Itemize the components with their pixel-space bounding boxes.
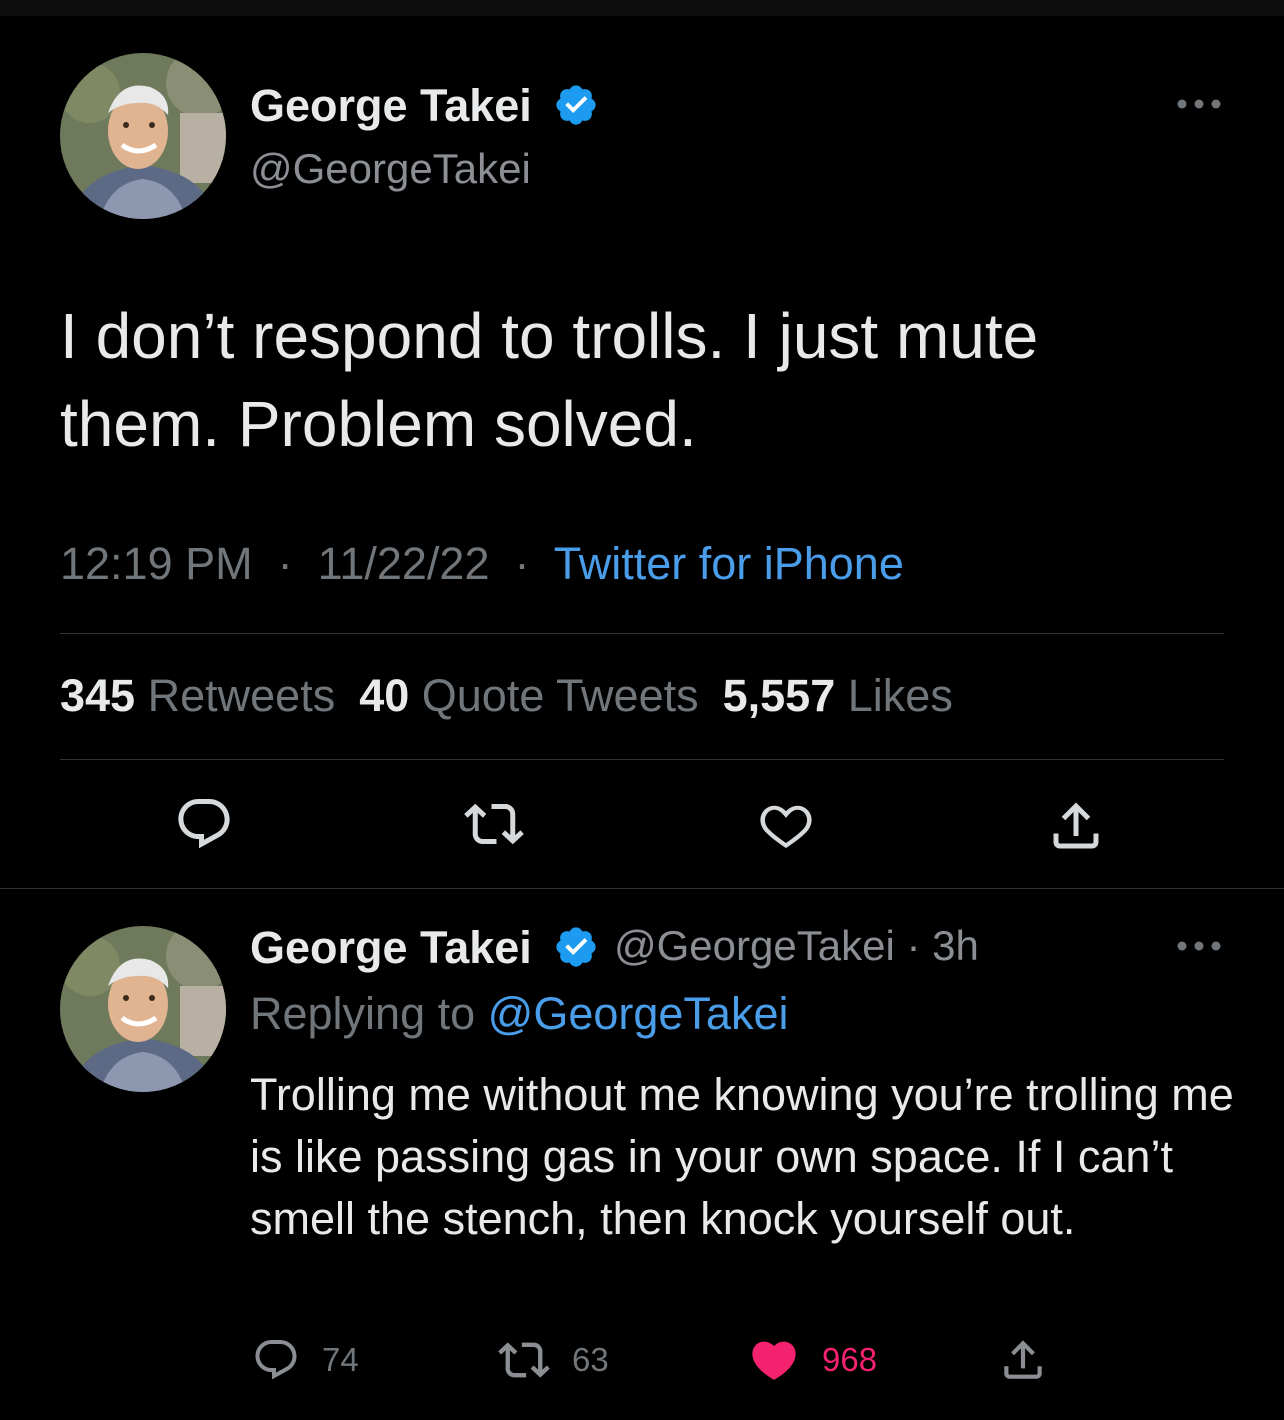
meta-separator: · xyxy=(502,538,542,589)
liked-heart-icon[interactable] xyxy=(748,1334,800,1386)
tweet-age[interactable]: 3h xyxy=(932,922,979,969)
tweet-source-link[interactable]: Twitter for iPhone xyxy=(554,538,904,589)
more-options-icon[interactable] xyxy=(1175,939,1223,953)
tweet-date[interactable]: 11/22/22 xyxy=(318,538,490,589)
quotes-label: Quote Tweets xyxy=(421,670,699,721)
avatar-image xyxy=(60,53,226,219)
handle[interactable]: @GeorgeTakei xyxy=(614,922,895,969)
retweet-icon[interactable] xyxy=(498,1334,550,1386)
display-name[interactable]: George Takei xyxy=(250,922,532,974)
retweets-stat[interactable]: 345 Retweets xyxy=(60,670,335,721)
avatar[interactable] xyxy=(60,53,226,219)
verified-badge-icon xyxy=(556,927,596,967)
handle[interactable]: @GeorgeTakei xyxy=(250,145,531,193)
like-action[interactable]: 968 xyxy=(748,1335,877,1385)
reply-text: Trolling me without me knowing you’re tr… xyxy=(250,1069,1234,1244)
divider xyxy=(60,633,1224,634)
quotes-stat[interactable]: 40 Quote Tweets xyxy=(359,670,698,721)
share-icon[interactable] xyxy=(1046,796,1106,856)
likes-count: 5,557 xyxy=(722,670,836,721)
tweet-time[interactable]: 12:19 PM xyxy=(60,538,253,589)
reply-icon[interactable] xyxy=(252,1336,300,1384)
avatar[interactable] xyxy=(60,926,226,1092)
status-bar-strip xyxy=(0,0,1284,16)
like-count: 968 xyxy=(822,1341,878,1378)
retweet-count: 63 xyxy=(572,1341,609,1378)
meta-separator: · xyxy=(265,538,306,589)
tweet-meta: 12:19 PM · 11/22/22 · Twitter for iPhone xyxy=(60,538,904,590)
likes-label: Likes xyxy=(847,670,953,721)
share-icon[interactable] xyxy=(998,1335,1048,1385)
replying-mention-link[interactable]: @GeorgeTakei xyxy=(488,988,789,1039)
reply-icon[interactable] xyxy=(174,794,234,854)
verified-badge-icon xyxy=(556,85,596,125)
like-icon[interactable] xyxy=(756,796,816,856)
share-action[interactable] xyxy=(998,1335,1048,1385)
reply-action[interactable]: 74 xyxy=(252,1335,359,1385)
reply-handle-line: @GeorgeTakei · 3h xyxy=(614,922,979,970)
tweet-separator xyxy=(0,888,1284,889)
quotes-count: 40 xyxy=(359,670,410,721)
reply-count: 74 xyxy=(322,1341,359,1378)
tweet-stats: 345 Retweets 40 Quote Tweets 5,557 Likes xyxy=(60,670,953,722)
display-name[interactable]: George Takei xyxy=(250,80,532,132)
divider xyxy=(60,759,1224,760)
retweet-icon[interactable] xyxy=(464,794,524,854)
replying-to: Replying to @GeorgeTakei xyxy=(250,988,788,1040)
meta-separator: · xyxy=(894,922,933,969)
tweet-text: I don’t respond to trolls. I just mute t… xyxy=(60,300,1039,460)
replying-prefix: Replying to xyxy=(250,988,476,1039)
more-options-icon[interactable] xyxy=(1175,97,1223,111)
retweets-count: 345 xyxy=(60,670,136,721)
avatar-image xyxy=(60,926,226,1092)
retweets-label: Retweets xyxy=(147,670,336,721)
retweet-action[interactable]: 63 xyxy=(498,1335,609,1385)
likes-stat[interactable]: 5,557 Likes xyxy=(723,670,953,721)
